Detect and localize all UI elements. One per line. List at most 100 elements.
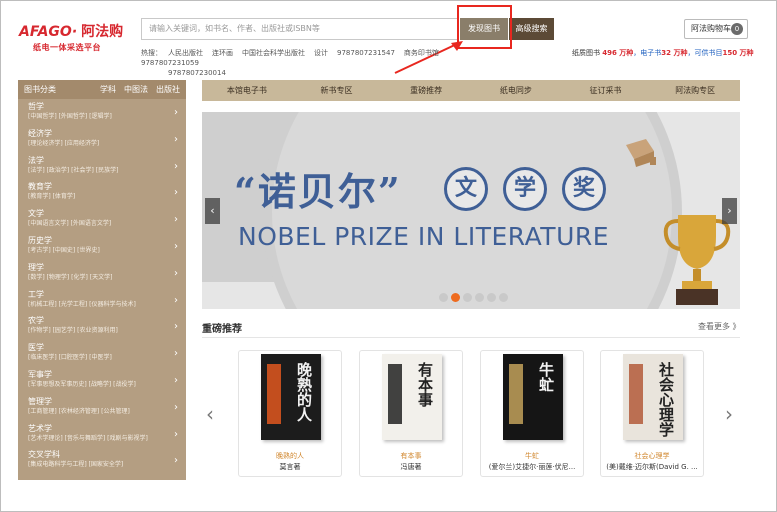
cart-count-badge: 0 (731, 23, 743, 35)
book-card[interactable]: 社会心理学 社会心理学 (美)戴维·迈尔斯(David G. ... (600, 350, 704, 477)
book-card[interactable]: 有本事 有本事 冯唐著 (359, 350, 463, 477)
hot-term[interactable]: 9787807231547 (337, 49, 395, 57)
book-cover-text: 有本事 (416, 362, 434, 407)
book-cover[interactable]: 牛虻 (503, 354, 563, 440)
banner-prev-button[interactable]: ‹ (205, 198, 220, 224)
category-name[interactable]: 理学 (28, 263, 180, 273)
book-cover-accent (388, 364, 402, 424)
category-subcategories[interactable]: [法学] [政治学] [社会学] [民族学] (28, 166, 180, 175)
chevron-right-icon: › (174, 374, 178, 386)
hot-term[interactable]: 连环画 (212, 49, 233, 57)
ebook-label: 电子书 (640, 49, 662, 57)
chevron-right-icon: › (174, 294, 178, 306)
sidebar-category-item[interactable]: 军事学 [军事思想及军事历史] [战略学] [战役学] › (18, 367, 186, 394)
category-name[interactable]: 医学 (28, 343, 180, 353)
page-frame: AFAGO· 阿法购 纸电一体采选平台 请输入关键词，如书名、作者、出版社或ISB… (0, 0, 777, 512)
sidebar-category-item[interactable]: 农学 [作物学] [园艺学] [农业资源利用] › (18, 313, 186, 340)
nav-item-afago-zone[interactable]: 阿法购专区 (650, 80, 740, 101)
nav-item-featured[interactable]: 重磅推荐 (381, 80, 471, 101)
category-name[interactable]: 艺术学 (28, 424, 180, 434)
view-more-link[interactable]: 查看更多 》 (698, 321, 741, 332)
carousel-dot[interactable] (499, 293, 508, 302)
book-card[interactable]: 晚熟的人 晚熟的人 莫言著 (238, 350, 342, 477)
banner-char: 奖 (562, 167, 606, 211)
category-name[interactable]: 教育学 (28, 182, 180, 192)
category-subcategories[interactable]: [临床医学] [口腔医学] [中医学] (28, 353, 180, 362)
sidebar-category-item[interactable]: 医学 [临床医学] [口腔医学] [中医学] › (18, 340, 186, 367)
sidebar-title: 图书分类 (24, 85, 56, 94)
sidebar-tab-clc[interactable]: 中图法 (124, 85, 148, 94)
category-subcategories[interactable]: [中国语言文学] [外国语言文学] (28, 219, 180, 228)
book-title[interactable]: 牛虻 (481, 451, 583, 461)
category-name[interactable]: 历史学 (28, 236, 180, 246)
sidebar-category-item[interactable]: 交叉学科 [集成电路科学与工程] [国家安全学] › (18, 447, 186, 474)
carousel-dot[interactable] (487, 293, 496, 302)
sidebar-category-item[interactable]: 教育学 [教育学] [体育学] › (18, 179, 186, 206)
category-name[interactable]: 交叉学科 (28, 450, 180, 460)
carousel-dot[interactable] (475, 293, 484, 302)
sidebar-category-item[interactable]: 法学 [法学] [政治学] [社会学] [民族学] › (18, 153, 186, 180)
book-card[interactable]: 牛虻 牛虻 (爱尔兰)艾捷尔·丽莲·伏尼... (480, 350, 584, 477)
category-subcategories[interactable]: [中国哲学] [外国哲学] [逻辑学] (28, 112, 180, 121)
carousel-dot[interactable] (463, 293, 472, 302)
chevron-right-icon: › (174, 321, 178, 333)
banner-carousel[interactable]: “诺贝尔” 文 学 奖 NOBEL PRIZE IN LITERATURE ‹ … (202, 112, 740, 309)
category-subcategories[interactable]: [教育学] [体育学] (28, 192, 180, 201)
banner-next-button[interactable]: › (722, 198, 737, 224)
book-title[interactable]: 晚熟的人 (239, 451, 341, 461)
category-subcategories[interactable]: [考古学] [中国史] [世界史] (28, 246, 180, 255)
book-title[interactable]: 有本事 (360, 451, 462, 461)
hot-term[interactable]: 设计 (314, 49, 328, 57)
banner-subtitle: NOBEL PRIZE IN LITERATURE (238, 222, 610, 251)
category-name[interactable]: 经济学 (28, 129, 180, 139)
book-cover[interactable]: 有本事 (382, 354, 442, 440)
book-cover[interactable]: 社会心理学 (623, 354, 683, 440)
category-name[interactable]: 文学 (28, 209, 180, 219)
carousel-dot[interactable] (439, 293, 448, 302)
category-name[interactable]: 农学 (28, 316, 180, 326)
books-prev-button[interactable]: ‹ (206, 402, 214, 426)
hot-term[interactable]: 商务印书馆 (404, 49, 439, 57)
book-cover[interactable]: 晚熟的人 (261, 354, 321, 440)
cart-button[interactable]: 阿法购物车 0 (684, 19, 748, 39)
sidebar-category-item[interactable]: 理学 [数学] [物理学] [化学] [天文学] › (18, 260, 186, 287)
sidebar-tab-publisher[interactable]: 出版社 (156, 85, 180, 94)
sidebar-tab-subject[interactable]: 学科 (100, 85, 116, 94)
nav-item-ebooks[interactable]: 本馆电子书 (202, 80, 292, 101)
chevron-right-icon: › (174, 133, 178, 145)
sidebar-category-item[interactable]: 工学 [机械工程] [光学工程] [仪器科学与技术] › (18, 287, 186, 314)
books-next-button[interactable]: › (725, 402, 733, 426)
category-subcategories[interactable]: [军事思想及军事历史] [战略学] [战役学] (28, 380, 180, 389)
sidebar-category-item[interactable]: 历史学 [考古学] [中国史] [世界史] › (18, 233, 186, 260)
advanced-search-button[interactable]: 高级搜索 (509, 18, 554, 40)
hot-term[interactable]: 人民出版社 (168, 49, 203, 57)
category-name[interactable]: 法学 (28, 156, 180, 166)
category-subcategories[interactable]: [作物学] [园艺学] [农业资源利用] (28, 326, 180, 335)
category-name[interactable]: 军事学 (28, 370, 180, 380)
sidebar-category-item[interactable]: 经济学 [理论经济学] [应用经济学] › (18, 126, 186, 153)
chevron-right-icon: › (174, 107, 178, 118)
category-subcategories[interactable]: [理论经济学] [应用经济学] (28, 139, 180, 148)
site-logo[interactable]: AFAGO· 阿法购 纸电一体采选平台 (19, 21, 129, 52)
category-name[interactable]: 管理学 (28, 397, 180, 407)
category-name[interactable]: 工学 (28, 290, 180, 300)
hot-term[interactable]: 中国社会科学出版社 (242, 49, 305, 57)
sidebar-category-item[interactable]: 哲学 [中国哲学] [外国哲学] [逻辑学] › (18, 99, 186, 126)
category-subcategories[interactable]: [数学] [物理学] [化学] [天文学] (28, 273, 180, 282)
category-name[interactable]: 哲学 (28, 102, 180, 112)
sidebar-category-item[interactable]: 艺术学 [艺术学理论] [音乐与舞蹈学] [戏剧与影视学] › (18, 421, 186, 448)
sidebar-category-item[interactable]: 文学 [中国语言文学] [外国语言文学] › (18, 206, 186, 233)
nav-item-print-digital[interactable]: 纸电同步 (471, 80, 561, 101)
category-subcategories[interactable]: [艺术学理论] [音乐与舞蹈学] [戏剧与影视学] (28, 434, 180, 443)
book-author: 冯唐著 (400, 463, 422, 471)
nav-item-new-books[interactable]: 新书专区 (292, 80, 382, 101)
book-title[interactable]: 社会心理学 (601, 451, 703, 461)
category-subcategories[interactable]: [工商管理] [农林经济管理] [公共管理] (28, 407, 180, 416)
category-subcategories[interactable]: [机械工程] [光学工程] [仪器科学与技术] (28, 300, 180, 309)
hot-term[interactable]: 9787807230014 (168, 69, 226, 77)
category-subcategories[interactable]: [集成电路科学与工程] [国家安全学] (28, 460, 180, 469)
nav-item-ordering[interactable]: 征订采书 (561, 80, 651, 101)
sidebar-category-item[interactable]: 管理学 [工商管理] [农林经济管理] [公共管理] › (18, 394, 186, 421)
carousel-dot[interactable] (451, 293, 460, 302)
hot-term[interactable]: 9787807231059 (141, 59, 199, 67)
